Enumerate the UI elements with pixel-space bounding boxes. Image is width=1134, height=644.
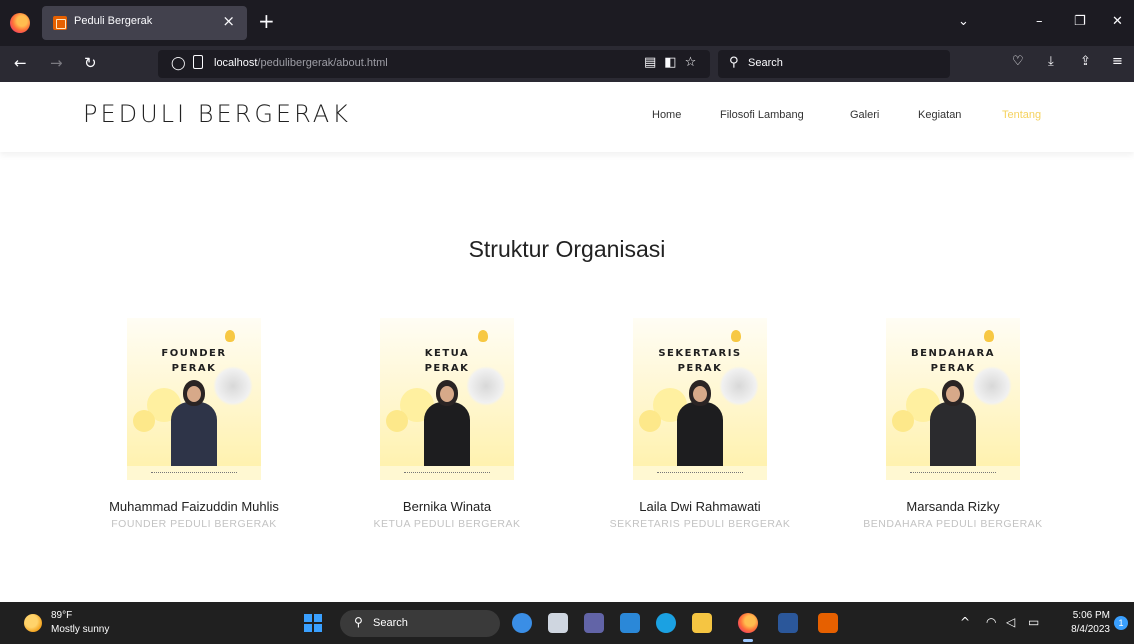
restore-icon[interactable]: ❐ — [1074, 14, 1086, 29]
nav-kegiatan[interactable]: Kegiatan — [918, 109, 961, 121]
member-role: BENDAHARA PEDULI BERGERAK — [863, 518, 1043, 530]
nav-tentang[interactable]: Tentang — [1002, 109, 1041, 121]
person-figure — [677, 380, 723, 470]
search-icon: ⚲ — [729, 55, 739, 70]
site-header: PEDULI BERGERAK Home Filosofi Lambang Ga… — [0, 82, 1134, 152]
person-figure — [171, 380, 217, 470]
clock-date[interactable]: 8/4/2023 — [1064, 624, 1110, 635]
list-all-tabs-icon[interactable]: ⌄ — [958, 14, 969, 29]
bing-icon[interactable] — [512, 613, 532, 633]
reader-translate-bookmark-icons[interactable]: ▤◧☆ — [644, 55, 704, 70]
member-role: SEKRETARIS PEDULI BERGERAK — [609, 518, 791, 530]
teams-chat-icon[interactable] — [584, 613, 604, 633]
member-name: Bernika Winata — [402, 499, 492, 514]
firefox-logo-icon[interactable] — [10, 13, 30, 33]
xampp-icon[interactable] — [818, 613, 838, 633]
battery-icon[interactable]: ▭ — [1028, 615, 1039, 629]
search-placeholder: Search — [748, 57, 783, 69]
tracking-shield-icon[interactable]: ◯ — [171, 56, 186, 71]
downloads-icon[interactable]: ⤓ — [1048, 54, 1054, 69]
minimize-icon[interactable]: – — [1036, 14, 1043, 29]
tab-favicon-icon — [53, 16, 67, 30]
member-photo: FOUNDER PERAK — [127, 318, 261, 480]
browser-nav-bar: ← → ↻ ◯ localhost/pedulibergerak/about.h… — [0, 46, 1134, 82]
forward-icon[interactable]: → — [50, 54, 63, 72]
url-bar[interactable]: ◯ localhost/pedulibergerak/about.html ▤◧… — [158, 50, 710, 78]
mail-icon[interactable] — [620, 613, 640, 633]
member-name: Muhammad Faizuddin Muhlis — [109, 499, 279, 514]
word-icon[interactable] — [778, 613, 798, 633]
menu-icon[interactable]: ≡ — [1112, 54, 1123, 69]
lightbulb-icon — [731, 330, 741, 342]
person-figure — [424, 380, 470, 470]
member-name: Laila Dwi Rahmawati — [639, 499, 761, 514]
photo-caption: KETUA PERAK — [424, 348, 470, 374]
photo-caption: SEKERTARIS PERAK — [658, 348, 742, 374]
section-title: Struktur Organisasi — [468, 236, 666, 262]
new-tab-icon[interactable]: + — [258, 11, 275, 31]
lightbulb-icon — [478, 330, 488, 342]
lightbulb-icon — [225, 330, 235, 342]
tab-title: Peduli Bergerak — [74, 15, 153, 27]
firefox-taskbar-icon[interactable] — [738, 613, 758, 642]
pocket-icon[interactable]: ♡ — [1012, 54, 1024, 69]
extensions-icon[interactable]: ⇪ — [1080, 54, 1091, 69]
task-view-icon[interactable] — [548, 613, 568, 633]
lightbulb-icon — [984, 330, 994, 342]
url-text[interactable]: localhost/pedulibergerak/about.html — [214, 57, 388, 69]
nav-galeri[interactable]: Galeri — [850, 109, 879, 121]
volume-icon[interactable]: ◁ — [1006, 615, 1015, 629]
browser-search-bar[interactable]: ⚲ Search — [718, 50, 950, 78]
member-photo: BENDAHARA PERAK — [886, 318, 1020, 480]
browser-tab-bar: Peduli Bergerak × + ⌄ – ❐ ✕ — [0, 0, 1134, 46]
member-photo: KETUA PERAK — [380, 318, 514, 480]
weather-description[interactable]: Mostly sunny — [51, 624, 109, 635]
wifi-icon[interactable]: ◠ — [986, 615, 996, 629]
close-window-icon[interactable]: ✕ — [1112, 14, 1123, 29]
edge-icon[interactable] — [656, 613, 676, 633]
weather-sun-icon[interactable] — [24, 614, 42, 632]
member-name: Marsanda Rizky — [906, 499, 1000, 514]
clock-time[interactable]: 5:06 PM — [1070, 610, 1110, 621]
nav-filosofi-lambang[interactable]: Filosofi Lambang — [720, 109, 804, 121]
back-icon[interactable]: ← — [14, 54, 27, 72]
browser-tab[interactable]: Peduli Bergerak × — [42, 6, 247, 40]
windows-taskbar: 89°F Mostly sunny ⚲ Search ^ ◠ ◁ ▭ 5:06 … — [0, 602, 1134, 644]
photo-caption: FOUNDER PERAK — [161, 348, 227, 374]
photo-caption: BENDAHARA PERAK — [911, 348, 995, 374]
notification-badge[interactable]: 1 — [1114, 616, 1128, 630]
taskbar-search-placeholder: Search — [373, 617, 408, 629]
member-role: FOUNDER PEDULI BERGERAK — [111, 518, 277, 530]
person-figure — [930, 380, 976, 470]
page-info-icon[interactable] — [193, 55, 203, 69]
show-hidden-icons-icon[interactable]: ^ — [960, 615, 970, 629]
search-icon: ⚲ — [354, 615, 363, 629]
nav-home[interactable]: Home — [652, 109, 681, 121]
weather-temperature[interactable]: 89°F — [51, 610, 72, 621]
member-role: KETUA PEDULI BERGERAK — [373, 518, 521, 530]
file-explorer-icon[interactable] — [692, 613, 712, 633]
close-tab-icon[interactable]: × — [222, 12, 235, 30]
windows-start-icon[interactable] — [304, 614, 322, 632]
reload-icon[interactable]: ↻ — [84, 54, 97, 72]
member-photo: SEKERTARIS PERAK — [633, 318, 767, 480]
taskbar-search[interactable]: ⚲ Search — [340, 610, 500, 637]
site-logo[interactable]: PEDULI BERGERAK — [83, 100, 351, 128]
